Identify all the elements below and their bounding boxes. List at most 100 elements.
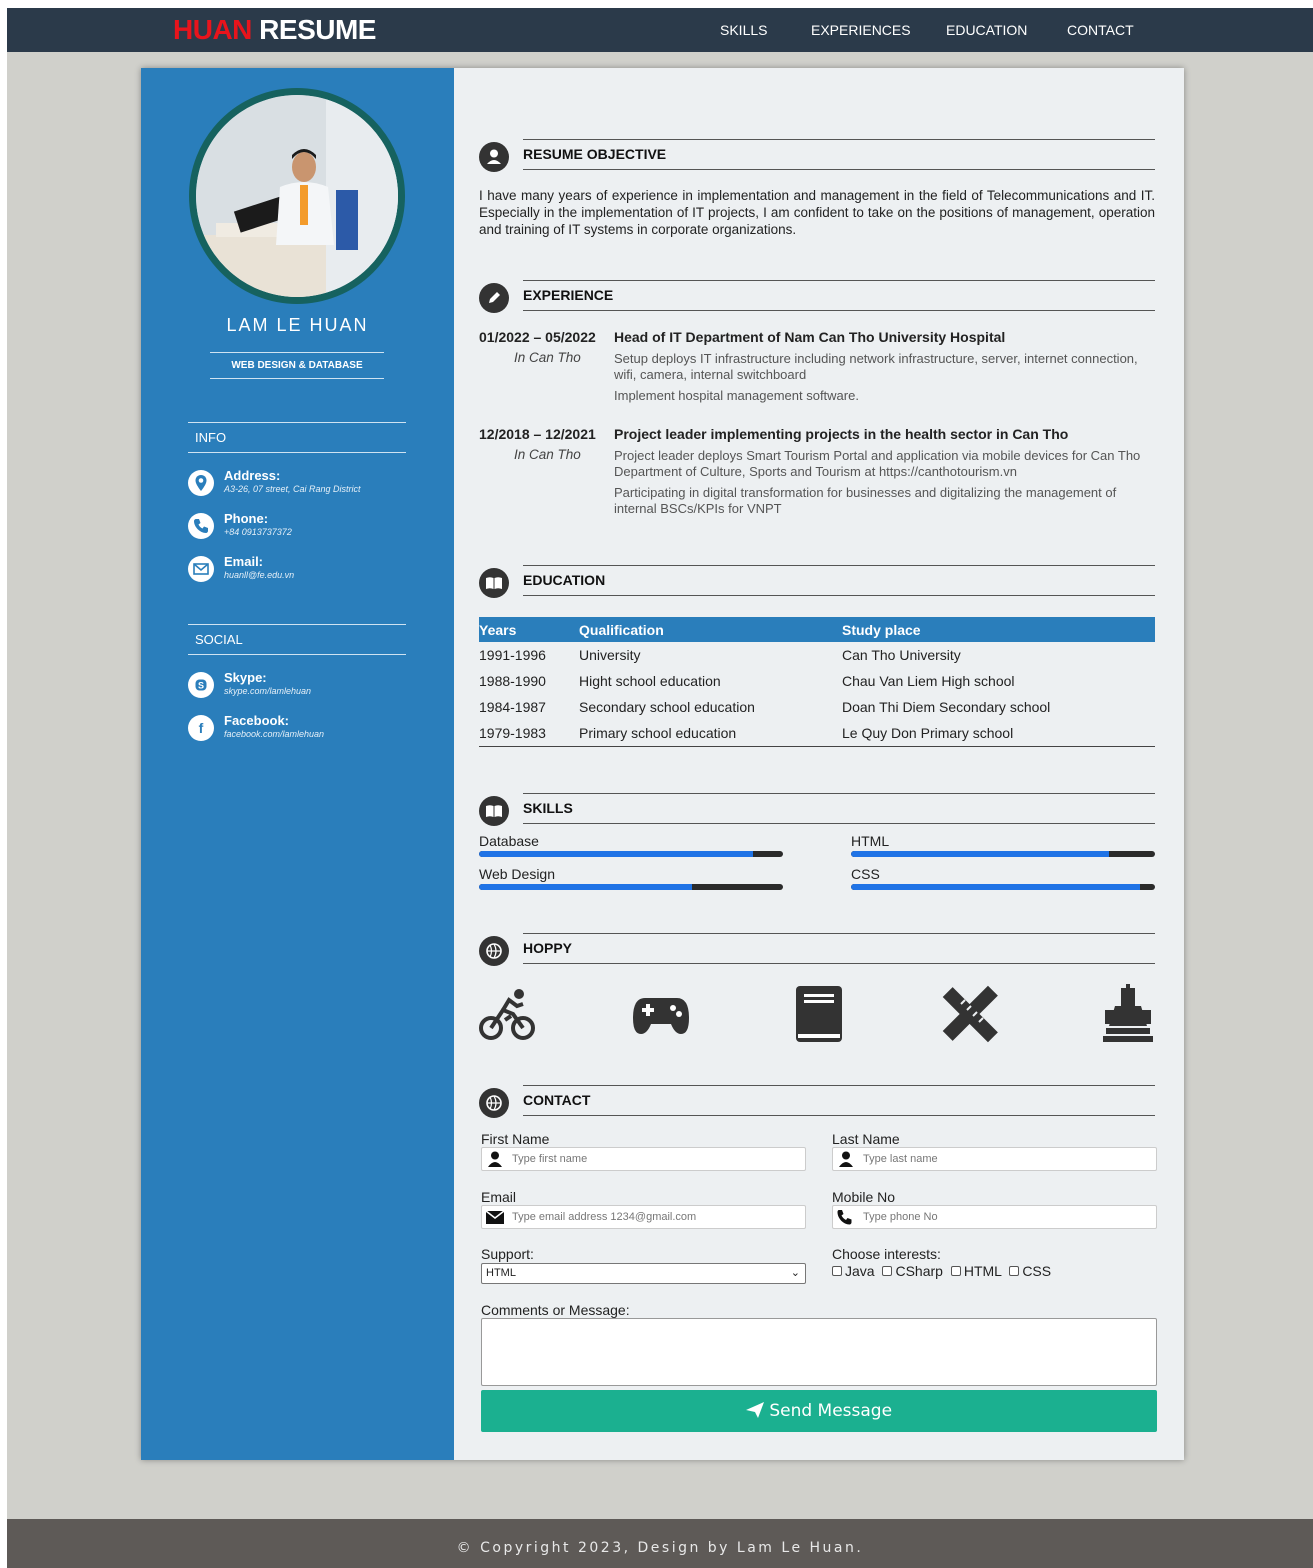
skype-label: Skype: [224,670,267,685]
skill-bar [479,851,783,857]
book-open-icon [479,796,509,826]
book-icon [790,984,850,1044]
nav-link-contact[interactable]: CONTACT [1067,22,1134,38]
skype-value[interactable]: skype.com/lamlehuan [224,686,311,696]
hobby-section-header: HOPPY [479,933,1155,969]
contact-heading: CONTACT [523,1085,1155,1116]
interest-option-label: Java [845,1263,875,1279]
experience-detail: Implement hospital management software. [614,388,859,403]
email-field[interactable] [481,1205,806,1229]
social-facebook[interactable]: f Facebook: facebook.com/lamlehuan [188,713,418,747]
skill-bar-fill [851,851,1110,857]
table-row: 1979-1983 Primary school education Le Qu… [479,720,1155,746]
skill-name: HTML [851,833,890,849]
cell-study-place: Can Tho University [842,647,961,663]
envelope-icon [188,556,214,582]
nav-link-experiences[interactable]: EXPERIENCES [811,22,911,38]
footer-copyright: © Copyright 2023, Design by Lam Le Huan. [456,1540,864,1556]
skill-name: Database [479,833,539,849]
skill-bar-fill [479,884,692,890]
facebook-icon: f [188,715,214,741]
info-heading: INFO [188,422,406,453]
comments-textarea[interactable] [481,1318,1157,1386]
experience-role: Project leader implementing projects in … [614,426,1069,442]
phone-icon [837,1210,852,1225]
education-heading: EDUCATION [523,565,1155,596]
mobile-field[interactable] [832,1205,1157,1229]
first-name-input[interactable] [512,1150,797,1168]
basketball-icon [479,936,509,966]
brand-second-word: RESUME [259,14,376,45]
experience-dates: 12/2018 – 12/2021 [479,426,596,442]
last-name-field[interactable] [832,1147,1157,1171]
svg-text:f: f [199,720,204,736]
skill-bar-fill [851,884,1140,890]
basketball-icon [479,1088,509,1118]
profile-title: WEB DESIGN & DATABASE [210,352,384,379]
cell-study-place: Le Quy Don Primary school [842,724,1014,741]
table-row: 1984-1987 Secondary school education Doa… [479,694,1155,720]
social-heading: SOCIAL [188,624,406,655]
paper-plane-icon [745,1402,764,1418]
skill-item: Web Design [479,866,783,890]
send-message-label: Send Message [769,1401,893,1421]
first-name-field[interactable] [481,1147,806,1171]
mobile-input[interactable] [863,1208,1148,1226]
objective-text: I have many years of experience in imple… [479,188,1155,237]
envelope-icon [486,1210,504,1224]
interest-option-label: CSS [1022,1263,1052,1279]
last-name-label: Last Name [832,1131,900,1147]
cell-qualification: Primary school education [579,724,737,741]
facebook-value[interactable]: facebook.com/lamlehuan [224,729,324,739]
resume-card: LAM LE HUAN WEB DESIGN & DATABASE INFO A… [141,68,1184,1460]
phone-icon [188,513,214,539]
experience-place: In Can Tho [514,447,581,462]
address-value: A3-26, 07 street, Cai Rang District [224,484,361,494]
info-address: Address: A3-26, 07 street, Cai Rang Dist… [188,468,418,502]
experience-detail: Setup deploys IT infrastructure includin… [614,351,1138,382]
education-section-header: EDUCATION [479,565,1155,601]
nav-link-education[interactable]: EDUCATION [946,22,1027,38]
chevron-down-icon: ⌄ [790,1267,800,1279]
experience-heading: EXPERIENCE [523,280,1155,311]
interest-checkbox-html[interactable] [950,1266,961,1276]
skill-bar-fill [479,851,753,857]
objective-heading: RESUME OBJECTIVE [523,139,1155,170]
skills-section-header: SKILLS [479,793,1155,829]
address-label: Address: [224,468,281,483]
interests-checkbox-group: Java CSharp HTML CSS [832,1263,1051,1279]
profile-name: LAM LE HUAN [226,315,369,335]
last-name-input[interactable] [863,1150,1148,1168]
book-open-icon [479,568,509,598]
interest-checkbox-csharp[interactable] [882,1266,893,1276]
email-label: Email: [224,554,264,569]
nav-link-skills[interactable]: SKILLS [720,22,767,38]
sidebar: LAM LE HUAN WEB DESIGN & DATABASE INFO A… [141,68,454,1460]
skill-bar [479,884,783,890]
experience-detail: Project leader deploys Smart Tourism Por… [614,448,1141,479]
send-message-button[interactable]: Send Message [481,1390,1157,1432]
support-select[interactable]: HTML ⌄ [481,1263,806,1284]
cell-years: 1988-1990 [479,673,546,689]
experience-role: Head of IT Department of Nam Can Tho Uni… [614,329,1006,345]
support-label: Support: [481,1246,534,1262]
brand-logo[interactable]: HUAN RESUME [173,14,376,46]
gamepad-icon [631,984,691,1044]
education-table-header: Years Qualification Study place [479,617,1155,642]
cell-study-place: Doan Thi Diem Secondary school [842,699,1051,715]
first-name-label: First Name [481,1131,550,1147]
social-skype[interactable]: S Skype: skype.com/lamlehuan [188,670,418,704]
column-header-years: Years [479,617,579,642]
experience-place: In Can Tho [514,350,581,365]
profile-photo [189,88,405,304]
skill-bar [851,884,1155,890]
education-table: Years Qualification Study place 1991-199… [479,617,1155,747]
email-input[interactable] [512,1208,797,1226]
info-phone: Phone: +84 0913737372 [188,511,418,545]
interest-checkbox-css[interactable] [1009,1266,1020,1276]
brand-first-word: HUAN [173,14,252,45]
skills-heading: SKILLS [523,793,1155,824]
interest-checkbox-java[interactable] [832,1266,842,1276]
email-label: Email [481,1189,517,1205]
drafting-tools-icon [941,984,1001,1044]
